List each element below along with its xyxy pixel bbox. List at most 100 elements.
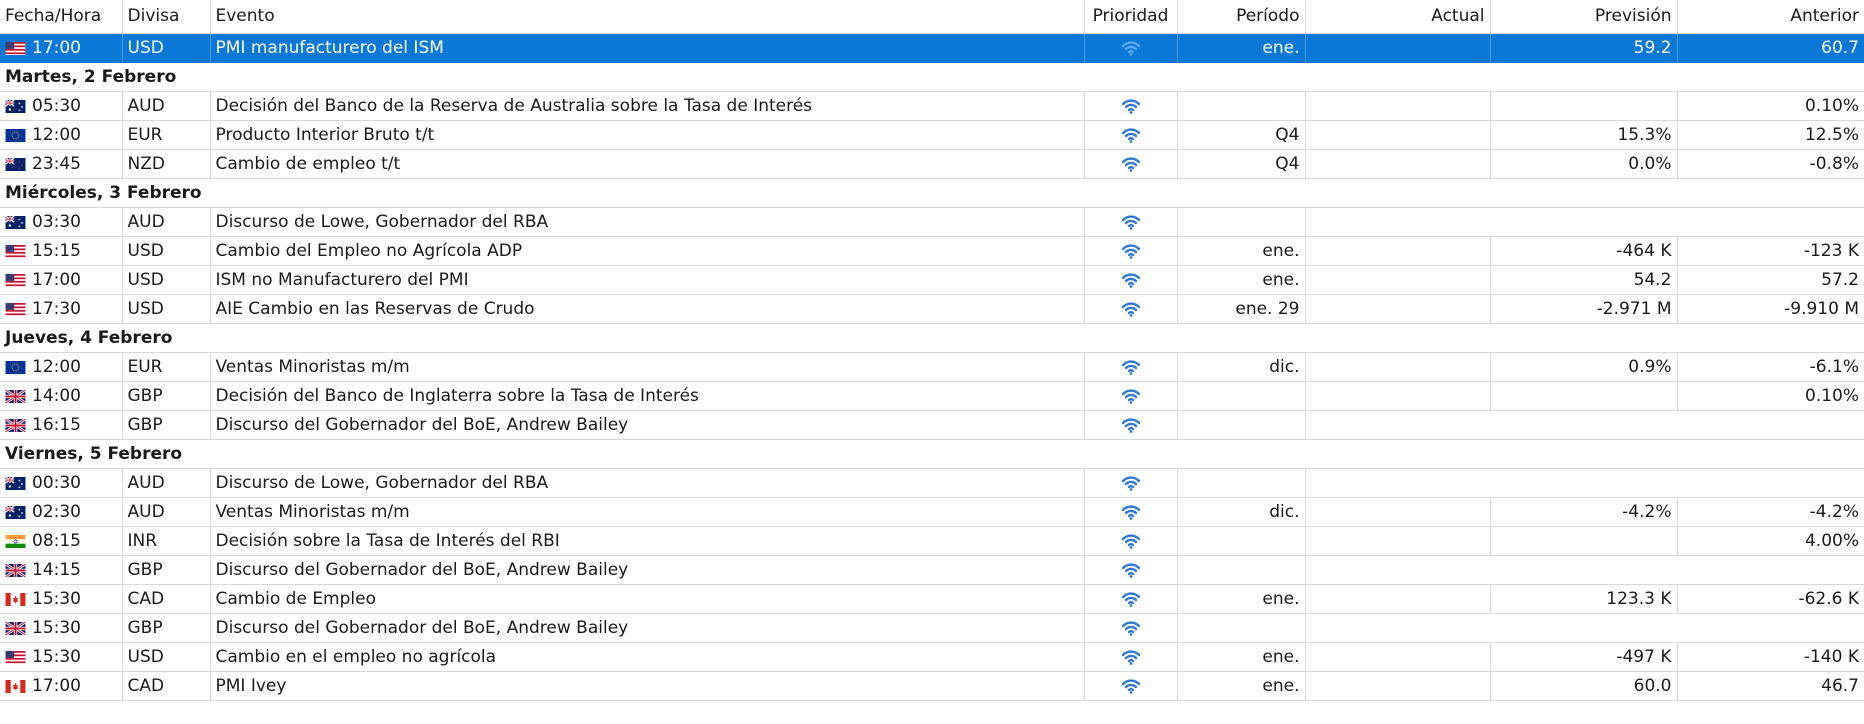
previous-cell: 57.2 bbox=[1677, 265, 1864, 295]
event-row[interactable]: 03:30 AUD Discurso de Lowe, Gobernador del… bbox=[0, 207, 1864, 237]
column-header-period[interactable]: Período bbox=[1177, 0, 1306, 34]
economic-calendar-table: Fecha/Hora Divisa Evento Prioridad Perío… bbox=[0, 0, 1864, 701]
actual-cell bbox=[1305, 265, 1491, 295]
flag-au-icon bbox=[5, 475, 26, 490]
time-value: 12:00 bbox=[32, 124, 81, 145]
flag-us-icon bbox=[5, 301, 26, 316]
event-row[interactable]: 17:00 USD ISM no Manufacturero del PMI ene.… bbox=[0, 265, 1864, 295]
event-row[interactable]: 17:30 USD AIE Cambio en las Reservas de Cr… bbox=[0, 294, 1864, 324]
event-row[interactable]: 16:15 GBP Discurso del Gobernador del BoE,… bbox=[0, 410, 1864, 440]
column-header-datetime[interactable]: Fecha/Hora bbox=[0, 0, 123, 34]
signal-priority-icon bbox=[1090, 562, 1172, 578]
datetime-cell: 05:30 bbox=[0, 91, 123, 121]
event-row[interactable]: 12:00 EUR Producto Interior Bruto t/t Q4 15.… bbox=[0, 120, 1864, 150]
datetime-cell: 17:00 bbox=[0, 265, 123, 295]
event-row[interactable]: 12:00 EUR Ventas Minoristas m/m dic. 0.9% -6.… bbox=[0, 352, 1864, 382]
period-cell bbox=[1177, 613, 1306, 643]
previous-cell: -0.8% bbox=[1677, 149, 1864, 179]
actual-cell bbox=[1305, 613, 1864, 643]
priority-cell bbox=[1084, 642, 1178, 672]
column-header-currency[interactable]: Divisa bbox=[122, 0, 211, 34]
datetime-cell: 14:00 bbox=[0, 381, 123, 411]
event-row[interactable]: 00:30 AUD Discurso de Lowe, Gobernador del… bbox=[0, 468, 1864, 498]
event-cell: AIE Cambio en las Reservas de Crudo bbox=[210, 294, 1085, 324]
day-label: Martes, 2 Febrero bbox=[0, 62, 1864, 92]
actual-cell bbox=[1305, 120, 1491, 150]
day-label: Miércoles, 3 Febrero bbox=[0, 178, 1864, 208]
column-header-event[interactable]: Evento bbox=[210, 0, 1085, 34]
flag-us-icon bbox=[5, 272, 26, 287]
flag-nz-icon bbox=[5, 156, 26, 171]
priority-cell bbox=[1084, 352, 1178, 382]
event-cell: Cambio de empleo t/t bbox=[210, 149, 1085, 179]
actual-cell bbox=[1305, 671, 1491, 701]
event-row[interactable]: 17:00 CAD PMI Ivey ene. 60.0 46.7 bbox=[0, 671, 1864, 701]
day-group-header: Viernes, 5 Febrero bbox=[0, 439, 1864, 469]
priority-cell bbox=[1084, 410, 1178, 440]
period-cell: Q4 bbox=[1177, 120, 1306, 150]
event-row[interactable]: 17:00 USD PMI manufacturero del ISM ene. 59.… bbox=[0, 33, 1864, 63]
flag-us-icon bbox=[5, 40, 26, 55]
column-header-previous[interactable]: Anterior bbox=[1677, 0, 1864, 34]
event-row[interactable]: 08:15 INR Decisión sobre la Tasa de Interé… bbox=[0, 526, 1864, 556]
currency-cell: AUD bbox=[122, 497, 211, 527]
currency-cell: USD bbox=[122, 265, 211, 295]
forecast-cell: 59.2 bbox=[1490, 33, 1678, 63]
time-value: 15:15 bbox=[32, 240, 81, 261]
event-row[interactable]: 05:30 AUD Decisión del Banco de la Reserva… bbox=[0, 91, 1864, 121]
previous-cell: 0.10% bbox=[1677, 91, 1864, 121]
time-value: 12:00 bbox=[32, 356, 81, 377]
actual-cell bbox=[1305, 468, 1864, 498]
currency-cell: USD bbox=[122, 642, 211, 672]
event-cell: Decisión del Banco de la Reserva de Aust… bbox=[210, 91, 1085, 121]
currency-cell: GBP bbox=[122, 555, 211, 585]
actual-cell bbox=[1305, 236, 1491, 266]
event-row[interactable]: 23:45 NZD Cambio de empleo t/t Q4 0.0% -0.8% bbox=[0, 149, 1864, 179]
actual-cell bbox=[1305, 294, 1491, 324]
signal-priority-icon bbox=[1090, 127, 1172, 143]
datetime-cell: 17:30 bbox=[0, 294, 123, 324]
signal-priority-icon bbox=[1090, 591, 1172, 607]
period-cell bbox=[1177, 468, 1306, 498]
event-row[interactable]: 14:15 GBP Discurso del Gobernador del BoE,… bbox=[0, 555, 1864, 585]
event-row[interactable]: 02:30 AUD Ventas Minoristas m/m dic. -4.2% -4… bbox=[0, 497, 1864, 527]
event-row[interactable]: 14:00 GBP Decisión del Banco de Inglaterra… bbox=[0, 381, 1864, 411]
time-value: 15:30 bbox=[32, 617, 81, 638]
currency-cell: INR bbox=[122, 526, 211, 556]
actual-cell bbox=[1305, 642, 1491, 672]
datetime-cell: 17:00 bbox=[0, 671, 123, 701]
forecast-cell: -2.971 M bbox=[1490, 294, 1678, 324]
datetime-cell: 08:15 bbox=[0, 526, 123, 556]
event-cell: PMI Ivey bbox=[210, 671, 1085, 701]
priority-cell bbox=[1084, 555, 1178, 585]
datetime-cell: 02:30 bbox=[0, 497, 123, 527]
event-cell: Discurso de Lowe, Gobernador del RBA bbox=[210, 468, 1085, 498]
previous-cell: -6.1% bbox=[1677, 352, 1864, 382]
event-row[interactable]: 15:30 USD Cambio en el empleo no agrícola e… bbox=[0, 642, 1864, 672]
datetime-cell: 15:30 bbox=[0, 613, 123, 643]
flag-in-icon bbox=[5, 533, 26, 548]
priority-cell bbox=[1084, 236, 1178, 266]
event-row[interactable]: 15:30 GBP Discurso del Gobernador del BoE,… bbox=[0, 613, 1864, 643]
time-value: 23:45 bbox=[32, 153, 81, 174]
currency-cell: AUD bbox=[122, 91, 211, 121]
currency-cell: AUD bbox=[122, 207, 211, 237]
priority-cell bbox=[1084, 526, 1178, 556]
event-row[interactable]: 15:15 USD Cambio del Empleo no Agrícola AD… bbox=[0, 236, 1864, 266]
signal-priority-icon bbox=[1090, 243, 1172, 259]
flag-au-icon bbox=[5, 504, 26, 519]
signal-priority-icon bbox=[1090, 98, 1172, 114]
event-row[interactable]: 15:30 CAD Cambio de Empleo ene. 123.3 K -62.6… bbox=[0, 584, 1864, 614]
datetime-cell: 12:00 bbox=[0, 352, 123, 382]
actual-cell bbox=[1305, 497, 1491, 527]
event-cell: Decisión sobre la Tasa de Interés del RB… bbox=[210, 526, 1085, 556]
column-header-actual[interactable]: Actual bbox=[1305, 0, 1491, 34]
currency-cell: GBP bbox=[122, 410, 211, 440]
column-header-forecast[interactable]: Previsión bbox=[1490, 0, 1678, 34]
forecast-cell: -4.2% bbox=[1490, 497, 1678, 527]
flag-gb-icon bbox=[4, 562, 27, 578]
column-header-priority[interactable]: Prioridad bbox=[1084, 0, 1178, 34]
time-value: 02:30 bbox=[32, 501, 81, 522]
signal-priority-icon bbox=[1090, 156, 1172, 172]
previous-cell: 4.00% bbox=[1677, 526, 1864, 556]
